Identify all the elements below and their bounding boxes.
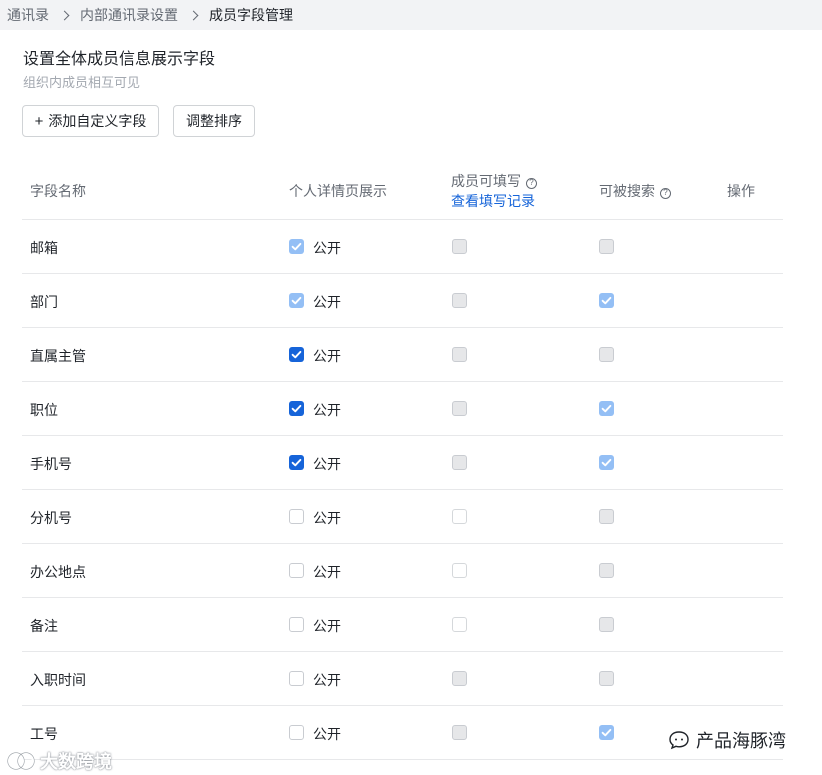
public-label: 公开 — [313, 240, 341, 256]
public-checkbox — [289, 293, 304, 308]
public-label: 公开 — [313, 510, 341, 526]
public-label: 公开 — [313, 618, 341, 634]
public-label: 公开 — [313, 294, 341, 310]
header-fillable-label: 成员可填写 — [451, 173, 521, 189]
breadcrumb-contacts[interactable]: 通讯录 — [7, 5, 49, 25]
fillable-checkbox — [452, 401, 467, 416]
searchable-checkbox — [599, 455, 614, 470]
header-actions: 操作 — [727, 183, 755, 199]
searchable-checkbox — [599, 347, 614, 362]
searchable-checkbox — [599, 725, 614, 740]
public-checkbox[interactable] — [289, 455, 304, 470]
table-row: 邮箱 公开 — [22, 220, 783, 274]
table-row: 备注 公开 — [22, 598, 783, 652]
page-title: 设置全体成员信息展示字段 — [23, 51, 216, 68]
watermark-right-text: 产品海豚湾 — [696, 731, 786, 751]
public-checkbox[interactable] — [289, 401, 304, 416]
public-label: 公开 — [313, 456, 341, 472]
view-fill-records-link[interactable]: 查看填写记录 — [451, 191, 535, 211]
add-custom-field-button[interactable]: + 添加自定义字段 — [22, 105, 159, 137]
adjust-order-button[interactable]: 调整排序 — [173, 105, 255, 137]
searchable-checkbox — [599, 401, 614, 416]
field-name: 入职时间 — [30, 672, 86, 688]
public-checkbox[interactable] — [289, 347, 304, 362]
table-row: 手机号 公开 — [22, 436, 783, 490]
watermark-left: 大数跨境 — [6, 748, 112, 774]
fillable-checkbox — [452, 725, 467, 740]
public-label: 公开 — [313, 564, 341, 580]
public-checkbox — [289, 239, 304, 254]
table-row: 入职时间 公开 — [22, 652, 783, 706]
logo-icon — [7, 752, 35, 770]
fillable-checkbox — [452, 455, 467, 470]
field-name: 职位 — [30, 402, 58, 418]
fillable-checkbox — [452, 671, 467, 686]
public-checkbox[interactable] — [289, 671, 304, 686]
searchable-checkbox — [599, 293, 614, 308]
help-icon[interactable]: ? — [526, 177, 537, 189]
table-row: 部门 公开 — [22, 274, 783, 328]
table-row: 职位 公开 — [22, 382, 783, 436]
header-public: 个人详情页展示 — [289, 183, 387, 199]
chat-bubble-icon — [669, 731, 689, 750]
breadcrumb-internal-settings[interactable]: 内部通讯录设置 — [80, 5, 178, 25]
field-name: 邮箱 — [30, 240, 58, 256]
searchable-checkbox — [599, 509, 614, 524]
public-checkbox[interactable] — [289, 509, 304, 524]
table-row: 直属主管 公开 — [22, 328, 783, 382]
table-row: 分机号 公开 — [22, 490, 783, 544]
public-checkbox[interactable] — [289, 725, 304, 740]
chevron-right-icon — [188, 10, 199, 20]
plus-icon: + — [34, 112, 44, 130]
table-row: 办公地点 公开 — [22, 544, 783, 598]
searchable-checkbox — [599, 563, 614, 578]
field-name: 备注 — [30, 618, 58, 634]
public-label: 公开 — [313, 402, 341, 418]
header-field-name: 字段名称 — [30, 183, 86, 199]
field-name: 直属主管 — [30, 348, 86, 364]
page-subtitle: 组织内成员相互可见 — [23, 75, 141, 90]
field-name: 手机号 — [30, 456, 72, 472]
searchable-checkbox — [599, 239, 614, 254]
fillable-checkbox — [452, 239, 467, 254]
public-checkbox[interactable] — [289, 617, 304, 632]
searchable-checkbox — [599, 617, 614, 632]
field-name: 部门 — [30, 294, 58, 310]
breadcrumb-current: 成员字段管理 — [209, 7, 293, 23]
chevron-right-icon — [59, 10, 70, 20]
field-name: 分机号 — [30, 510, 72, 526]
header-fillable: 成员可填写? — [451, 171, 537, 191]
table-body: 邮箱 公开 部门 公开 直属主管 公开 职位 公开 手机号 公开 分机号 公开 办公地点 公开 备注 公开 入职… — [22, 220, 783, 760]
watermark-left-text: 大数跨境 — [40, 752, 112, 772]
header-searchable: 可被搜索? — [599, 181, 671, 201]
add-custom-field-label: 添加自定义字段 — [48, 113, 147, 129]
help-icon[interactable]: ? — [660, 187, 671, 199]
fillable-checkbox — [452, 509, 467, 524]
field-name: 工号 — [30, 726, 58, 742]
breadcrumb: 通讯录 内部通讯录设置 成员字段管理 — [0, 0, 822, 30]
public-label: 公开 — [313, 672, 341, 688]
public-label: 公开 — [313, 348, 341, 364]
fillable-checkbox — [452, 293, 467, 308]
fillable-checkbox — [452, 563, 467, 578]
fields-table: 字段名称 个人详情页展示 成员可填写? 查看填写记录 可被搜索? 操作 邮箱 公开… — [22, 160, 783, 760]
field-name: 办公地点 — [30, 564, 86, 580]
searchable-checkbox — [599, 671, 614, 686]
public-label: 公开 — [313, 726, 341, 742]
fillable-checkbox — [452, 347, 467, 362]
public-checkbox[interactable] — [289, 563, 304, 578]
table-header: 字段名称 个人详情页展示 成员可填写? 查看填写记录 可被搜索? 操作 — [22, 160, 783, 220]
watermark-right: 产品海豚湾 — [668, 727, 786, 753]
header-searchable-label: 可被搜索 — [599, 183, 655, 199]
fillable-checkbox — [452, 617, 467, 632]
